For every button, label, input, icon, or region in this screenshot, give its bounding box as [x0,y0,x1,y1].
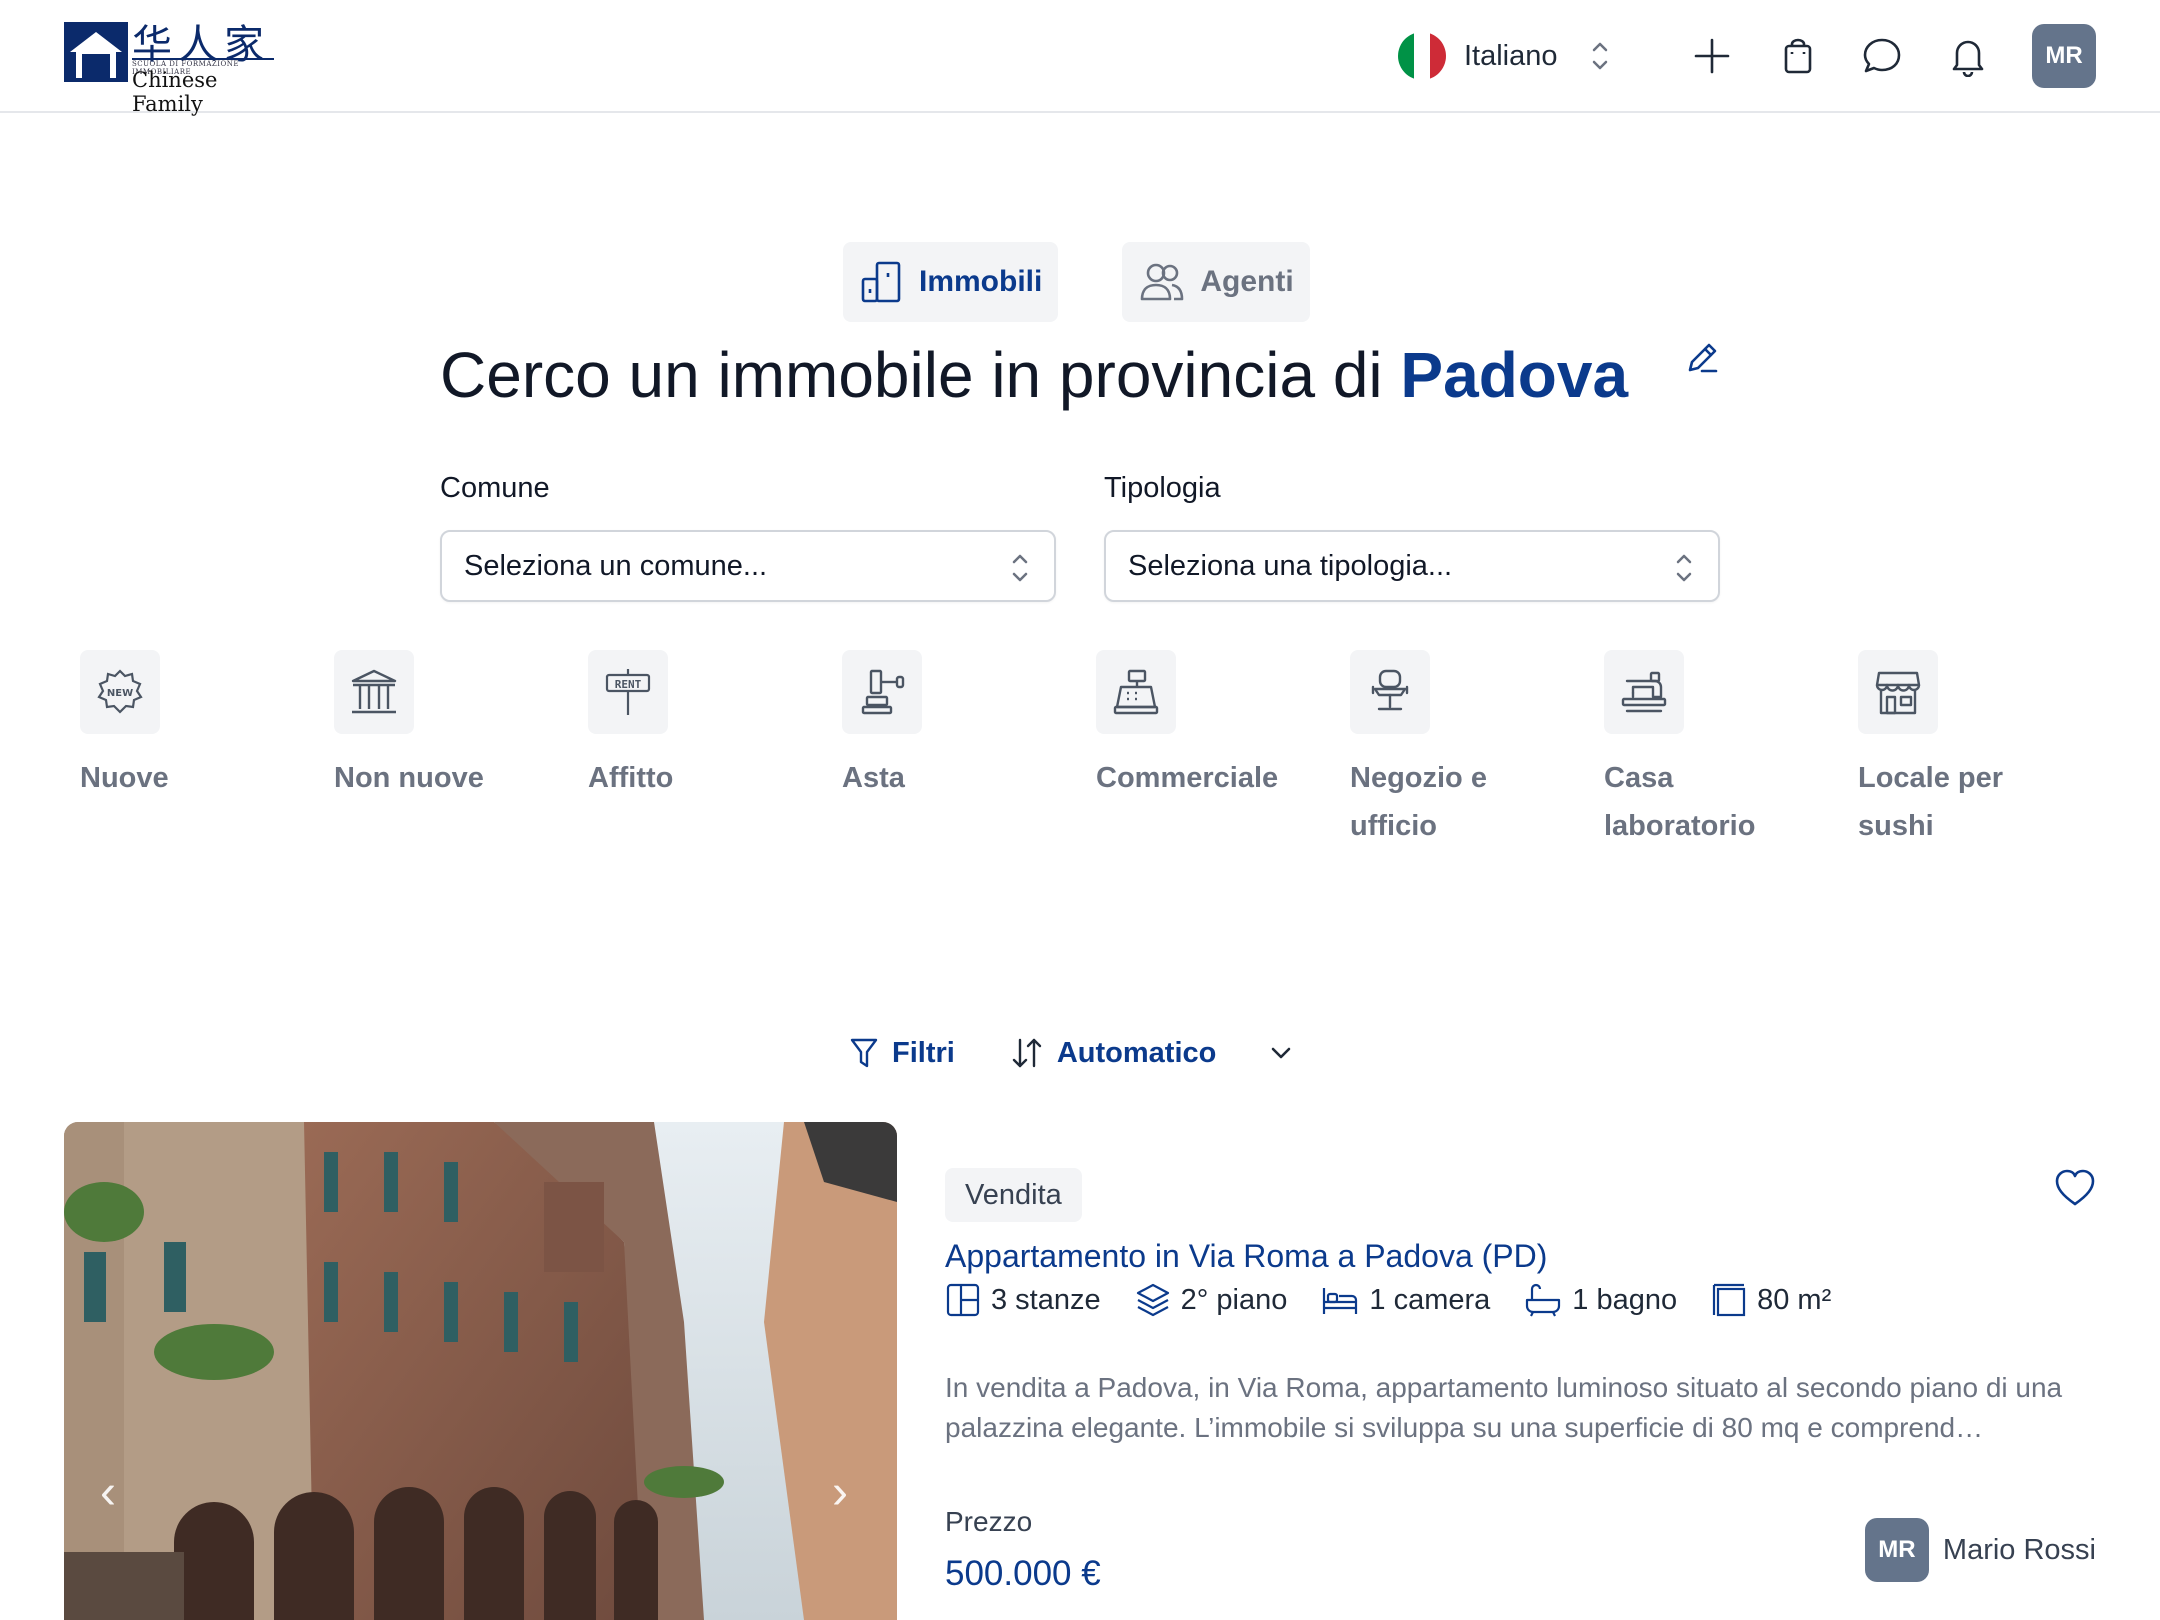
category-nuove[interactable]: NEW Nuove [80,650,334,850]
chat-icon[interactable] [1856,30,1908,82]
language-label: Italiano [1464,39,1558,72]
category-locale-sushi[interactable]: Locale per sushi [1858,650,2112,850]
feature-label: 2° piano [1180,1283,1288,1316]
results-toolbar: Filtri Automatico [850,1032,1294,1074]
category-casa-laboratorio[interactable]: Casa laboratorio [1604,650,1858,850]
floor-layers-icon [1136,1283,1169,1317]
category-affitto[interactable]: RENT Affitto [588,650,842,850]
comune-label: Comune [440,472,550,504]
filters-label: Filtri [892,1036,955,1069]
previous-photo-arrow[interactable]: ‹ [100,1468,130,1518]
category-label: Locale per sushi [1858,762,2004,842]
category-list: NEW Nuove Non nuove RENT Affitto Asta Co… [80,650,2130,850]
tipologia-select[interactable]: Seleziona una tipologia... [1104,530,1720,602]
next-photo-arrow[interactable]: › [832,1468,862,1518]
bed-icon [1323,1288,1358,1314]
italy-flag-icon [1398,32,1446,80]
category-label: Affitto [588,762,674,794]
plus-icon[interactable] [1686,30,1738,82]
svg-text:RENT: RENT [615,678,642,691]
agent-avatar: MR [1864,1518,1929,1582]
category-negozio-ufficio[interactable]: Negozio e ufficio [1350,650,1604,850]
category-label: Commerciale [1096,762,1279,794]
bell-icon[interactable] [1942,30,1994,82]
updown-chevron-icon [1012,554,1028,582]
feature-bedrooms: 1 camera [1321,1282,1490,1318]
users-icon [1141,263,1184,301]
logo-name: Chinese Family [132,68,218,116]
category-non-nuove[interactable]: Non nuove [334,650,588,850]
user-avatar[interactable]: MR [2032,24,2096,88]
new-badge-icon: NEW [80,650,160,734]
category-label: Nuove [80,762,169,794]
listing-features: 3 stanze 2° piano 1 camera 1 bagno 80 m² [945,1282,1865,1318]
feature-area: 80 m² [1711,1282,1831,1318]
svg-text:NEW: NEW [107,688,133,699]
auction-gavel-icon [842,650,922,734]
page-title: Cerco un immobile in provincia di Padova [440,338,1628,412]
contract-badge: Vendita [945,1168,1082,1222]
updown-chevron-icon [1592,42,1607,70]
area-icon [1713,1283,1746,1317]
sort-label: Automatico [1056,1036,1217,1069]
category-label: Negozio e ufficio [1350,762,1487,842]
building-icon [861,261,901,303]
tab-agenti-label: Agenti [1200,265,1294,298]
columns-building-icon [334,650,414,734]
tab-immobili[interactable]: Immobili [843,242,1059,322]
listing-description: In vendita a Padova, in Via Roma, appart… [945,1372,2063,1443]
category-commerciale[interactable]: Commerciale [1096,650,1350,850]
chevron-down-icon[interactable] [1268,1043,1294,1063]
feature-label: 80 m² [1757,1283,1832,1316]
edit-icon[interactable] [1684,340,1720,376]
feature-bathrooms: 1 bagno [1524,1282,1677,1318]
headline-prefix: Cerco un immobile in provincia di [440,339,1383,411]
tab-immobili-label: Immobili [919,265,1043,298]
office-chair-icon [1350,650,1430,734]
feature-label: 3 stanze [991,1283,1101,1316]
listing-title[interactable]: Appartamento in Via Roma a Padova (PD) [945,1238,1547,1275]
price-label: Prezzo [945,1506,1033,1537]
feature-floor: 2° piano [1135,1282,1288,1318]
bag-icon[interactable] [1772,30,1824,82]
category-asta[interactable]: Asta [842,650,1096,850]
filter-icon [850,1038,878,1068]
rooms-icon [946,1283,980,1317]
province-name[interactable]: Padova [1400,339,1628,411]
heart-icon[interactable] [2054,1168,2096,1208]
tab-agenti[interactable]: Agenti [1122,242,1310,322]
agent-name: Mario Rossi [1942,1533,2096,1566]
listing-price: 500.000 € [945,1554,1101,1593]
language-selector[interactable]: Italiano [1398,32,1612,80]
search-mode-tabs: Immobili Agenti [843,242,1310,322]
top-navbar: 华人家 SCUOLA DI FORMAZIONE IMMOBILIARE Chi… [0,0,2160,116]
listing-photo[interactable]: ‹ › [64,1122,897,1620]
sort-arrows-icon [1012,1038,1042,1068]
category-label: Non nuove [334,762,484,794]
house-logo-icon [64,22,128,82]
feature-label: 1 camera [1369,1283,1491,1316]
storefront-icon [1858,650,1938,734]
filters-button[interactable]: Filtri [850,1036,955,1070]
feature-label: 1 bagno [1572,1283,1678,1316]
rent-sign-icon: RENT [588,650,668,734]
bathtub-icon [1526,1283,1561,1317]
chinese-family-logo[interactable]: 华人家 SCUOLA DI FORMAZIONE IMMOBILIARE Chi… [64,16,276,116]
feature-rooms: 3 stanze [945,1282,1101,1318]
updown-chevron-icon [1676,554,1692,582]
tipologia-select-value: Seleziona una tipologia... [1128,549,1453,582]
comune-select-value: Seleziona un comune... [464,549,768,582]
street-photo-image [64,1122,897,1620]
sewing-machine-icon [1604,650,1684,734]
tipologia-label: Tipologia [1104,472,1221,504]
category-label: Casa laboratorio [1604,762,1756,842]
comune-select[interactable]: Seleziona un comune... [440,530,1056,602]
category-label: Asta [842,762,905,794]
sort-button[interactable]: Automatico [1011,1036,1217,1070]
listing-agent[interactable]: MR Mario Rossi [1864,1518,2096,1582]
cash-register-icon [1096,650,1176,734]
